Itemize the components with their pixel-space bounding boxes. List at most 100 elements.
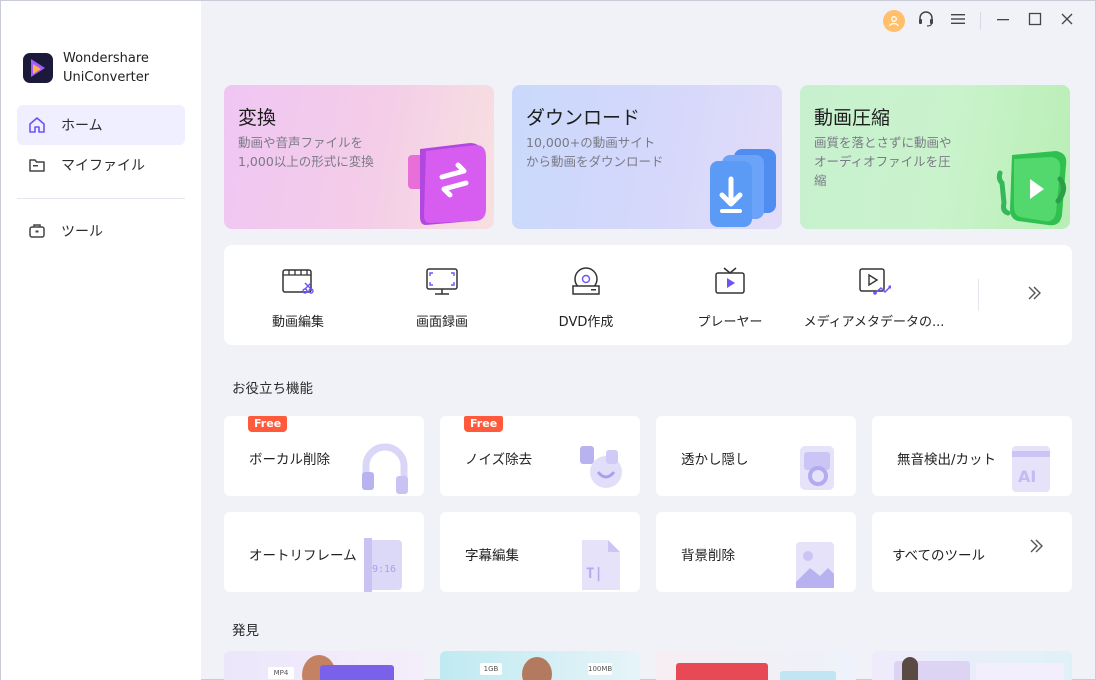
watermark-icon bbox=[800, 446, 834, 490]
quick-tool-screen-record[interactable]: 画面録画 bbox=[370, 245, 514, 345]
quick-tool-label: DVD作成 bbox=[558, 315, 614, 330]
discover-video-thumbnail bbox=[976, 663, 1064, 680]
ai-silence-icon: AI bbox=[1012, 446, 1050, 492]
discover-video-thumbnail bbox=[320, 665, 394, 680]
tool-card-label: 字幕編集 bbox=[465, 548, 519, 564]
sidebar-item-myfiles[interactable]: マイファイル bbox=[17, 145, 185, 185]
toolbox-icon bbox=[27, 221, 47, 241]
screen-record-icon bbox=[425, 265, 459, 299]
quick-tool-label: メディアメタデータの... bbox=[803, 315, 945, 330]
close-icon bbox=[1060, 12, 1074, 30]
headset-icon bbox=[917, 10, 935, 32]
hero-card-convert[interactable]: 変換 動画や音声ファイルを1,000以上の形式に変換 bbox=[224, 85, 494, 229]
quick-tool-player[interactable]: プレーヤー bbox=[658, 245, 802, 345]
double-chevron-icon bbox=[1026, 285, 1042, 306]
vocal-remover-icon bbox=[362, 443, 408, 494]
noise-remover-icon bbox=[580, 446, 622, 488]
discover-tag-secondary: 100MB bbox=[588, 663, 613, 675]
discover-card[interactable]: MP4 bbox=[224, 651, 424, 680]
sidebar-item-label: ツール bbox=[61, 224, 103, 240]
brand: Wondershare UniConverter bbox=[23, 49, 149, 87]
sidebar-item-label: ホーム bbox=[61, 118, 103, 134]
tool-card-label: 無音検出/カット bbox=[897, 452, 997, 468]
hero-card-download[interactable]: ダウンロード 10,000+の動画サイトから動画をダウンロード bbox=[512, 85, 782, 229]
hero-card-title: ダウンロード bbox=[526, 107, 641, 129]
discover-card[interactable] bbox=[656, 651, 856, 680]
free-badge: Free bbox=[248, 416, 288, 432]
discover-person-image bbox=[902, 657, 918, 680]
quick-tools-more-button[interactable] bbox=[1014, 281, 1054, 309]
hero-card-title: 動画圧縮 bbox=[814, 107, 891, 129]
subtitle-icon-glyph: T| bbox=[586, 566, 603, 582]
subtitle-icon: T| bbox=[582, 540, 620, 590]
sidebar-nav: ホーム マイファイル ツール bbox=[17, 105, 185, 251]
convert-icon bbox=[408, 143, 486, 225]
account-button[interactable] bbox=[878, 7, 910, 35]
hero-card-compress[interactable]: 動画圧縮 画質を落とさずに動画やオーディオファイルを圧縮 bbox=[800, 85, 1070, 229]
discover-video-thumbnail bbox=[676, 663, 768, 680]
tool-card-label: すべてのツール bbox=[892, 548, 986, 564]
minimize-icon bbox=[996, 12, 1010, 30]
tool-card-silence-detect[interactable]: 無音検出/カット AI bbox=[872, 416, 1072, 496]
quick-tool-label: 画面録画 bbox=[415, 315, 468, 330]
dvd-burn-icon bbox=[569, 265, 603, 299]
user-avatar-icon bbox=[883, 10, 905, 32]
brand-name-line2: UniConverter bbox=[63, 70, 150, 85]
home-icon bbox=[27, 115, 47, 135]
hero-card-desc: 動画や音声ファイルを1,000以上の形式に変換 bbox=[238, 135, 374, 169]
tool-card-label: 透かし隠し bbox=[681, 452, 749, 468]
hero-card-title: 変換 bbox=[238, 107, 277, 129]
titlebar-divider bbox=[980, 12, 981, 30]
auto-reframe-icon: 9:16 bbox=[364, 538, 402, 592]
tool-card-watermark[interactable]: 透かし隠し bbox=[656, 416, 856, 496]
tool-card-vocal-remover[interactable]: Free ボーカル削除 bbox=[224, 416, 424, 496]
auto-reframe-ratio: 9:16 bbox=[372, 564, 396, 575]
quick-tools-bar: 動画編集 画面録画 DVD作成 プレーヤー メディアメタデータの... bbox=[224, 245, 1072, 345]
close-button[interactable] bbox=[1051, 7, 1083, 35]
discover-person-image bbox=[522, 657, 552, 680]
double-chevron-icon bbox=[1028, 538, 1044, 559]
window-titlebar bbox=[878, 7, 1083, 35]
sidebar-item-home[interactable]: ホーム bbox=[17, 105, 185, 145]
discover-card[interactable] bbox=[872, 651, 1072, 680]
menu-button[interactable] bbox=[942, 7, 974, 35]
maximize-icon bbox=[1028, 12, 1042, 30]
quick-tool-video-edit[interactable]: 動画編集 bbox=[226, 245, 370, 345]
free-badge: Free bbox=[464, 416, 504, 432]
player-icon bbox=[713, 265, 747, 299]
maximize-button[interactable] bbox=[1019, 7, 1051, 35]
download-icon bbox=[710, 149, 776, 227]
menu-icon bbox=[951, 13, 965, 29]
section-title-discover: 発見 bbox=[232, 623, 259, 639]
quick-tool-dvd-burn[interactable]: DVD作成 bbox=[514, 245, 658, 345]
uniconverter-logo-icon bbox=[23, 53, 53, 83]
tool-card-noise-remover[interactable]: Free ノイズ除去 bbox=[440, 416, 640, 496]
sidebar-item-tools[interactable]: ツール bbox=[17, 211, 185, 251]
brand-name-line1: Wondershare bbox=[63, 51, 149, 66]
tool-card-background-remover[interactable]: 背景削除 bbox=[656, 512, 856, 592]
tool-card-subtitle-edit[interactable]: 字幕編集 T| bbox=[440, 512, 640, 592]
brand-name: Wondershare UniConverter bbox=[63, 49, 149, 87]
sidebar: Wondershare UniConverter ホーム マイファイル ツール bbox=[1, 1, 201, 680]
tool-card-all-tools[interactable]: すべてのツール bbox=[872, 512, 1072, 592]
discover-card[interactable]: 1GB 100MB bbox=[440, 651, 640, 680]
tool-card-label: オートリフレーム bbox=[249, 548, 357, 564]
sidebar-item-label: マイファイル bbox=[61, 158, 145, 174]
support-button[interactable] bbox=[910, 7, 942, 35]
discover-video-thumbnail bbox=[780, 671, 836, 680]
quick-tools-divider bbox=[978, 279, 979, 311]
discover-tag: 1GB bbox=[480, 663, 502, 675]
quick-tool-metadata[interactable]: メディアメタデータの... bbox=[802, 245, 946, 345]
quick-tool-label: プレーヤー bbox=[697, 315, 763, 330]
svg-text:AI: AI bbox=[1018, 467, 1036, 486]
folder-icon bbox=[27, 155, 47, 175]
hero-card-desc: 画質を落とさずに動画やオーディオファイルを圧縮 bbox=[814, 135, 952, 188]
background-remover-icon bbox=[796, 542, 834, 588]
hero-card-desc: 10,000+の動画サイトから動画をダウンロード bbox=[526, 135, 664, 169]
metadata-icon bbox=[857, 265, 891, 299]
video-edit-icon bbox=[281, 265, 315, 299]
tool-card-auto-reframe[interactable]: オートリフレーム 9:16 bbox=[224, 512, 424, 592]
discover-tag: MP4 bbox=[268, 667, 294, 679]
minimize-button[interactable] bbox=[987, 7, 1019, 35]
tool-card-label: 背景削除 bbox=[681, 548, 735, 564]
